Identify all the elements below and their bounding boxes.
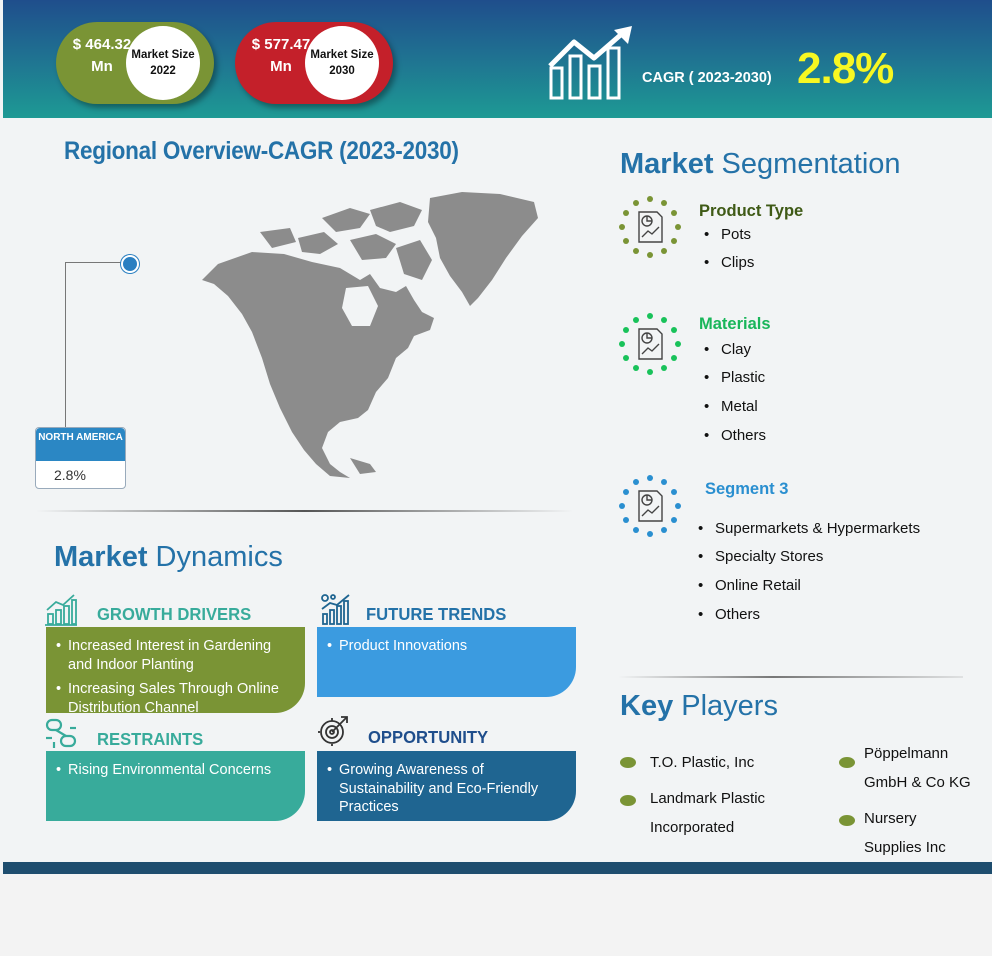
restraints-title: RESTRAINTS: [97, 729, 204, 749]
market-size-2022-label: Market Size 2022: [126, 26, 200, 100]
segment-item: Pots: [704, 226, 751, 243]
document-chart-icon: [619, 313, 681, 375]
document-chart-icon: [619, 196, 681, 258]
player-bullet-icon: [839, 757, 855, 768]
segment-item: Supermarkets & Hypermarkets: [698, 520, 920, 537]
player-bullet-icon: [839, 815, 855, 826]
footer-bar: [3, 862, 992, 874]
north-america-map: [202, 192, 538, 478]
region-callout: NORTH AMERICA 2.8%: [35, 427, 126, 489]
opportunity-item: Growing Awareness of Sustainability and …: [327, 761, 562, 817]
growth-drivers-title: GROWTH DRIVERS: [97, 604, 252, 624]
segment-item: Online Retail: [698, 577, 801, 594]
market-size-2022-badge: $ 464.32 Mn Market Size 2022: [56, 22, 214, 104]
dynamics-title-bold: Market: [54, 541, 148, 573]
opportunity-card: Growing Awareness of Sustainability and …: [317, 751, 576, 821]
growth-drivers-card: Increased Interest in Gardening and Indo…: [46, 627, 305, 716]
segmentation-title-bold: Market: [620, 148, 714, 180]
segment-item: Clay: [704, 341, 751, 358]
growth-driver-item: Increasing Sales Through Online Distribu…: [56, 680, 291, 717]
future-trends-card: Product Innovations: [317, 627, 576, 697]
cagr-label: CAGR ( 2023-2030): [642, 70, 772, 86]
player-bullet-icon: [620, 757, 636, 768]
dynamics-title-rest: Dynamics: [147, 541, 283, 573]
growth-driver-item: Increased Interest in Gardening and Indo…: [56, 637, 291, 674]
key-player: Pöppelmann GmbH & Co KG: [864, 745, 971, 791]
future-trends-title: FUTURE TRENDS: [366, 604, 507, 624]
header-banner: $ 464.32 Mn Market Size 2022 $ 577.47 Mn…: [3, 0, 992, 118]
region-pointer-line: [65, 262, 127, 427]
market-size-2030-badge: $ 577.47 Mn Market Size 2030: [235, 22, 393, 104]
segment-item: Specialty Stores: [698, 548, 823, 565]
segment-title-segment-3: Segment 3: [705, 480, 789, 498]
key-player: Nursery Supplies Inc: [864, 810, 946, 856]
future-trend-item: Product Innovations: [327, 637, 562, 656]
region-pin: [121, 255, 139, 273]
trend-chart-icon: [321, 594, 350, 625]
segment-item: Plastic: [704, 369, 765, 386]
key-player: T.O. Plastic, Inc: [650, 754, 755, 771]
market-dynamics-title: Market Dynamics: [54, 541, 283, 574]
segment-title-materials: Materials: [699, 315, 771, 333]
left-divider: [36, 510, 573, 512]
segment-title-product-type: Product Type: [699, 202, 804, 220]
segment-item: Others: [704, 427, 766, 444]
key-players-title-rest: Players: [673, 690, 778, 722]
segment-item: Clips: [704, 254, 755, 271]
bar-chart-growth-icon: [45, 594, 77, 626]
key-players-title-bold: Key: [620, 690, 674, 722]
player-bullet-icon: [620, 795, 636, 806]
target-gear-icon: [318, 716, 348, 746]
document-chart-icon: [619, 475, 681, 537]
regional-overview-title: Regional Overview-CAGR (2023-2030): [64, 137, 459, 165]
cagr-value: 2.8%: [797, 44, 894, 93]
broken-chain-icon: [45, 718, 77, 748]
segment-item: Metal: [704, 398, 758, 415]
region-name: NORTH AMERICA: [36, 428, 125, 461]
market-size-2030-label: Market Size 2030: [305, 26, 379, 100]
segment-item: Others: [698, 606, 760, 623]
key-players-title: Key Players: [620, 690, 778, 723]
growth-bars-icon: [548, 26, 632, 100]
opportunity-title: OPPORTUNITY: [368, 727, 489, 747]
right-divider: [618, 676, 963, 678]
key-player: Landmark Plastic Incorporated: [650, 790, 766, 836]
region-cagr-value: 2.8%: [54, 467, 86, 483]
restraints-card: Rising Environmental Concerns: [46, 751, 305, 821]
restraint-item: Rising Environmental Concerns: [56, 761, 291, 780]
segmentation-title-rest: Segmentation: [713, 148, 901, 180]
market-segmentation-title: Market Segmentation: [620, 148, 901, 181]
page-bottom: [0, 874, 992, 956]
